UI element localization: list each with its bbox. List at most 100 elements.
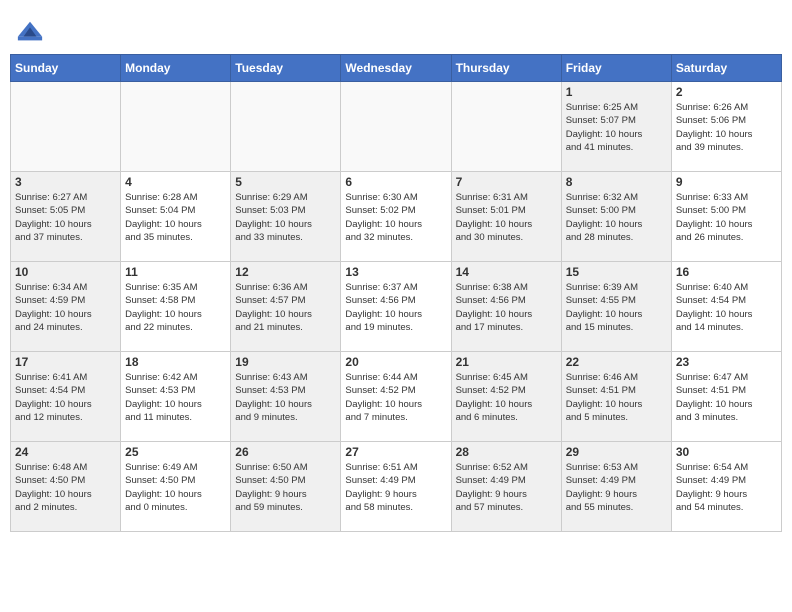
day-number: 6 bbox=[345, 175, 446, 189]
calendar-cell: 20 Sunrise: 6:44 AM Sunset: 4:52 PM Dayli… bbox=[341, 352, 451, 442]
day-info: Sunrise: 6:45 AM Sunset: 4:52 PM Dayligh… bbox=[456, 371, 557, 424]
calendar-cell: 9 Sunrise: 6:33 AM Sunset: 5:00 PM Daylig… bbox=[671, 172, 781, 262]
calendar-cell: 12 Sunrise: 6:36 AM Sunset: 4:57 PM Dayli… bbox=[231, 262, 341, 352]
calendar-cell: 6 Sunrise: 6:30 AM Sunset: 5:02 PM Daylig… bbox=[341, 172, 451, 262]
calendar-cell: 22 Sunrise: 6:46 AM Sunset: 4:51 PM Dayli… bbox=[561, 352, 671, 442]
calendar-cell: 4 Sunrise: 6:28 AM Sunset: 5:04 PM Daylig… bbox=[121, 172, 231, 262]
day-number: 7 bbox=[456, 175, 557, 189]
day-number: 10 bbox=[15, 265, 116, 279]
day-info: Sunrise: 6:28 AM Sunset: 5:04 PM Dayligh… bbox=[125, 191, 226, 244]
calendar-cell bbox=[121, 82, 231, 172]
calendar-cell: 16 Sunrise: 6:40 AM Sunset: 4:54 PM Dayli… bbox=[671, 262, 781, 352]
calendar-cell: 13 Sunrise: 6:37 AM Sunset: 4:56 PM Dayli… bbox=[341, 262, 451, 352]
calendar-cell bbox=[231, 82, 341, 172]
day-info: Sunrise: 6:38 AM Sunset: 4:56 PM Dayligh… bbox=[456, 281, 557, 334]
calendar-cell: 29 Sunrise: 6:53 AM Sunset: 4:49 PM Dayli… bbox=[561, 442, 671, 532]
calendar-cell: 18Sunrise: 6:42 AM Sunset: 4:53 PM Dayli… bbox=[121, 352, 231, 442]
calendar-cell bbox=[11, 82, 121, 172]
week-row-4: 17 Sunrise: 6:41 AM Sunset: 4:54 PM Dayli… bbox=[11, 352, 782, 442]
calendar-cell: 5 Sunrise: 6:29 AM Sunset: 5:03 PM Daylig… bbox=[231, 172, 341, 262]
day-info: Sunrise: 6:32 AM Sunset: 5:00 PM Dayligh… bbox=[566, 191, 667, 244]
calendar-cell: 7 Sunrise: 6:31 AM Sunset: 5:01 PM Daylig… bbox=[451, 172, 561, 262]
calendar-cell: 11Sunrise: 6:35 AM Sunset: 4:58 PM Dayli… bbox=[121, 262, 231, 352]
day-number: 3 bbox=[15, 175, 116, 189]
day-number: 22 bbox=[566, 355, 667, 369]
calendar-table: SundayMondayTuesdayWednesdayThursdayFrid… bbox=[10, 54, 782, 532]
day-number: 13 bbox=[345, 265, 446, 279]
calendar-cell: 21 Sunrise: 6:45 AM Sunset: 4:52 PM Dayli… bbox=[451, 352, 561, 442]
day-number: 27 bbox=[345, 445, 446, 459]
day-info: Sunrise: 6:52 AM Sunset: 4:49 PM Dayligh… bbox=[456, 461, 557, 514]
day-number: 8 bbox=[566, 175, 667, 189]
calendar-cell: 19 Sunrise: 6:43 AM Sunset: 4:53 PM Dayli… bbox=[231, 352, 341, 442]
calendar-cell: 1 Sunrise: 6:25 AM Sunset: 5:07 PM Daylig… bbox=[561, 82, 671, 172]
day-info: Sunrise: 6:30 AM Sunset: 5:02 PM Dayligh… bbox=[345, 191, 446, 244]
day-info: Sunrise: 6:53 AM Sunset: 4:49 PM Dayligh… bbox=[566, 461, 667, 514]
week-row-2: 3 Sunrise: 6:27 AM Sunset: 5:05 PM Daylig… bbox=[11, 172, 782, 262]
header-thursday: Thursday bbox=[451, 55, 561, 82]
day-number: 16 bbox=[676, 265, 777, 279]
header-wednesday: Wednesday bbox=[341, 55, 451, 82]
day-number: 30 bbox=[676, 445, 777, 459]
day-number: 21 bbox=[456, 355, 557, 369]
calendar-cell: 28 Sunrise: 6:52 AM Sunset: 4:49 PM Dayli… bbox=[451, 442, 561, 532]
day-info: Sunrise: 6:25 AM Sunset: 5:07 PM Dayligh… bbox=[566, 101, 667, 154]
day-info: Sunrise: 6:36 AM Sunset: 4:57 PM Dayligh… bbox=[235, 281, 336, 334]
day-info: Sunrise: 6:44 AM Sunset: 4:52 PM Dayligh… bbox=[345, 371, 446, 424]
calendar-cell: 26 Sunrise: 6:50 AM Sunset: 4:50 PM Dayli… bbox=[231, 442, 341, 532]
day-number: 20 bbox=[345, 355, 446, 369]
day-info: Sunrise: 6:43 AM Sunset: 4:53 PM Dayligh… bbox=[235, 371, 336, 424]
calendar-cell bbox=[451, 82, 561, 172]
day-info: Sunrise: 6:35 AM Sunset: 4:58 PM Dayligh… bbox=[125, 281, 226, 334]
day-info: Sunrise: 6:54 AM Sunset: 4:49 PM Dayligh… bbox=[676, 461, 777, 514]
calendar-cell: 14 Sunrise: 6:38 AM Sunset: 4:56 PM Dayli… bbox=[451, 262, 561, 352]
header-sunday: Sunday bbox=[11, 55, 121, 82]
day-info: Sunrise: 6:27 AM Sunset: 5:05 PM Dayligh… bbox=[15, 191, 116, 244]
day-number: 12 bbox=[235, 265, 336, 279]
day-info: Sunrise: 6:50 AM Sunset: 4:50 PM Dayligh… bbox=[235, 461, 336, 514]
day-info: Sunrise: 6:49 AM Sunset: 4:50 PM Dayligh… bbox=[125, 461, 226, 514]
day-info: Sunrise: 6:41 AM Sunset: 4:54 PM Dayligh… bbox=[15, 371, 116, 424]
day-number: 1 bbox=[566, 85, 667, 99]
logo-icon bbox=[16, 18, 44, 46]
logo bbox=[14, 18, 44, 42]
day-number: 19 bbox=[235, 355, 336, 369]
week-row-1: 1 Sunrise: 6:25 AM Sunset: 5:07 PM Daylig… bbox=[11, 82, 782, 172]
calendar-cell: 2Sunrise: 6:26 AM Sunset: 5:06 PM Daylig… bbox=[671, 82, 781, 172]
day-number: 29 bbox=[566, 445, 667, 459]
calendar-cell bbox=[341, 82, 451, 172]
day-number: 15 bbox=[566, 265, 667, 279]
page-header bbox=[10, 10, 782, 50]
day-info: Sunrise: 6:48 AM Sunset: 4:50 PM Dayligh… bbox=[15, 461, 116, 514]
calendar-cell: 30 Sunrise: 6:54 AM Sunset: 4:49 PM Dayli… bbox=[671, 442, 781, 532]
day-info: Sunrise: 6:47 AM Sunset: 4:51 PM Dayligh… bbox=[676, 371, 777, 424]
day-info: Sunrise: 6:29 AM Sunset: 5:03 PM Dayligh… bbox=[235, 191, 336, 244]
day-number: 4 bbox=[125, 175, 226, 189]
day-number: 26 bbox=[235, 445, 336, 459]
day-info: Sunrise: 6:46 AM Sunset: 4:51 PM Dayligh… bbox=[566, 371, 667, 424]
day-info: Sunrise: 6:31 AM Sunset: 5:01 PM Dayligh… bbox=[456, 191, 557, 244]
calendar-cell: 24 Sunrise: 6:48 AM Sunset: 4:50 PM Dayli… bbox=[11, 442, 121, 532]
calendar-cell: 23Sunrise: 6:47 AM Sunset: 4:51 PM Dayli… bbox=[671, 352, 781, 442]
day-number: 25 bbox=[125, 445, 226, 459]
calendar-cell: 10 Sunrise: 6:34 AM Sunset: 4:59 PM Dayli… bbox=[11, 262, 121, 352]
day-info: Sunrise: 6:42 AM Sunset: 4:53 PM Dayligh… bbox=[125, 371, 226, 424]
day-info: Sunrise: 6:40 AM Sunset: 4:54 PM Dayligh… bbox=[676, 281, 777, 334]
day-number: 28 bbox=[456, 445, 557, 459]
day-number: 24 bbox=[15, 445, 116, 459]
calendar-cell: 17 Sunrise: 6:41 AM Sunset: 4:54 PM Dayli… bbox=[11, 352, 121, 442]
calendar-cell: 25 Sunrise: 6:49 AM Sunset: 4:50 PM Dayli… bbox=[121, 442, 231, 532]
day-info: Sunrise: 6:39 AM Sunset: 4:55 PM Dayligh… bbox=[566, 281, 667, 334]
header-row: SundayMondayTuesdayWednesdayThursdayFrid… bbox=[11, 55, 782, 82]
day-number: 9 bbox=[676, 175, 777, 189]
day-info: Sunrise: 6:34 AM Sunset: 4:59 PM Dayligh… bbox=[15, 281, 116, 334]
day-info: Sunrise: 6:37 AM Sunset: 4:56 PM Dayligh… bbox=[345, 281, 446, 334]
calendar-cell: 15 Sunrise: 6:39 AM Sunset: 4:55 PM Dayli… bbox=[561, 262, 671, 352]
day-number: 14 bbox=[456, 265, 557, 279]
day-info: Sunrise: 6:33 AM Sunset: 5:00 PM Dayligh… bbox=[676, 191, 777, 244]
header-friday: Friday bbox=[561, 55, 671, 82]
day-number: 17 bbox=[15, 355, 116, 369]
day-number: 5 bbox=[235, 175, 336, 189]
day-number: 2 bbox=[676, 85, 777, 99]
header-monday: Monday bbox=[121, 55, 231, 82]
